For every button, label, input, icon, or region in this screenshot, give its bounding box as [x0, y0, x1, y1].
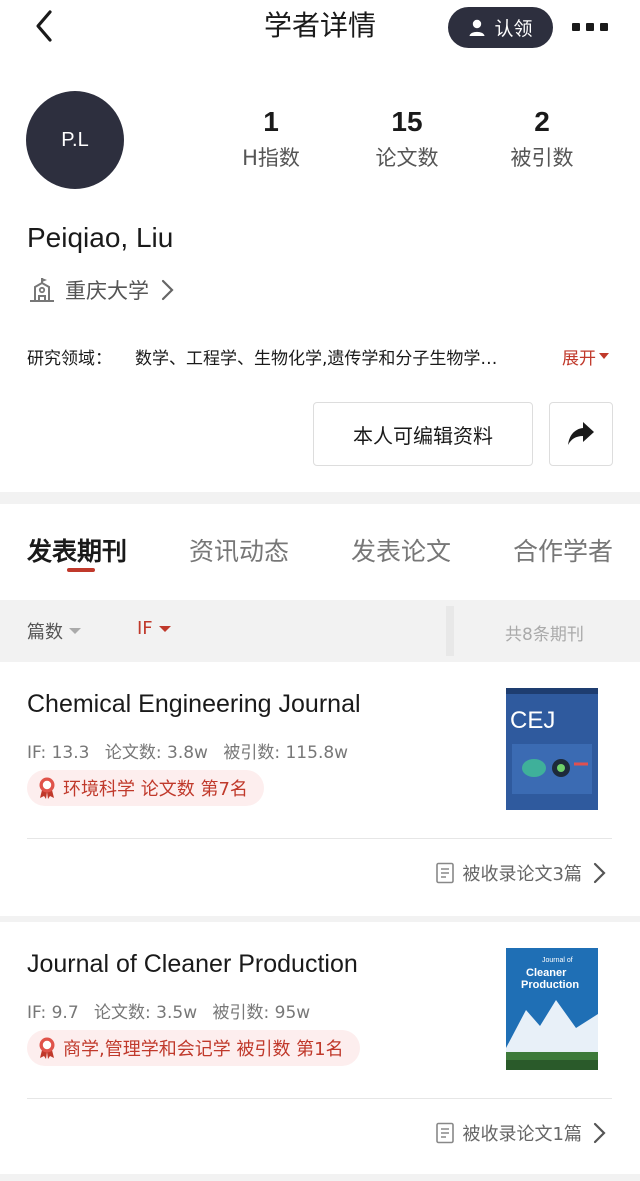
- cover-title: CEJ: [510, 707, 555, 734]
- impact-factor: IF: 9.7: [27, 1003, 79, 1023]
- stat-value: 2: [534, 106, 550, 137]
- journal-card[interactable]: Chemical Engineering Journal IF: 13.3 论文…: [0, 662, 640, 916]
- tab-news[interactable]: 资讯动态: [189, 532, 289, 568]
- research-fields: 研究领域： 数学、工程学、生物化学,遗传学和分子生物学… 展开: [27, 341, 617, 371]
- medal-icon: [39, 777, 55, 799]
- journal-metrics: IF: 9.7 论文数: 3.5w 被引数: 95w: [27, 998, 320, 1023]
- indexed-papers-text: 被收录论文1篇: [462, 1124, 582, 1145]
- caret-down-icon: [158, 625, 171, 632]
- claim-label: 认领: [494, 18, 533, 40]
- caret-down-icon: [599, 353, 609, 359]
- expand-label: 展开: [562, 348, 596, 369]
- stat-citation-count[interactable]: 2 被引数: [482, 104, 602, 172]
- stat-label: 论文数: [375, 146, 439, 170]
- indexed-papers-text: 被收录论文3篇: [462, 864, 582, 885]
- profile-section: P.L 1 H指数 15 论文数 2 被引数 Peiqiao, Liu 重庆大学…: [0, 52, 640, 492]
- more-dot-icon: [572, 23, 580, 31]
- sort-by-if[interactable]: IF: [137, 618, 171, 639]
- tab-bar: 发表期刊 资讯动态 发表论文 合作学者: [0, 504, 640, 600]
- stat-label: H指数: [242, 146, 300, 170]
- divider: [446, 606, 454, 656]
- indexed-papers-link[interactable]: 被收录论文3篇: [435, 860, 608, 886]
- rank-badge: 商学,管理学和会记学 被引数 第1名: [27, 1030, 360, 1066]
- active-tab-indicator: [67, 568, 95, 572]
- sort-label: IF: [137, 618, 153, 639]
- journal-cover: Journal of Cleaner Production: [506, 948, 598, 1070]
- share-button[interactable]: [549, 402, 613, 466]
- chevron-right-icon: [593, 862, 606, 884]
- top-bar: 学者详情 认领: [0, 0, 640, 52]
- claim-button[interactable]: 认领: [448, 7, 553, 48]
- filter-bar: 篇数 IF 共8条期刊: [0, 600, 640, 662]
- divider: [27, 838, 612, 839]
- paper-count: 论文数: 3.8w: [104, 743, 208, 763]
- institution-icon: [30, 278, 54, 302]
- share-arrow-icon: [568, 422, 594, 445]
- more-dot-icon: [586, 23, 594, 31]
- more-button[interactable]: [572, 17, 614, 37]
- rank-text: 商学,管理学和会记学 被引数 第1名: [63, 1039, 344, 1060]
- document-icon: [435, 862, 454, 884]
- stat-value: 15: [391, 106, 423, 137]
- edit-profile-button[interactable]: 本人可编辑资料: [313, 402, 533, 466]
- rank-text: 环境科学 论文数 第7名: [63, 779, 248, 800]
- tab-coauthors[interactable]: 合作学者: [513, 532, 613, 568]
- more-dot-icon: [600, 23, 608, 31]
- sort-by-count[interactable]: 篇数: [27, 618, 81, 644]
- research-text: 数学、工程学、生物化学,遗传学和分子生物学…: [135, 348, 498, 369]
- document-icon: [435, 1122, 454, 1144]
- user-icon: [469, 19, 488, 36]
- paper-count: 论文数: 3.5w: [94, 1003, 198, 1023]
- sort-label: 篇数: [27, 622, 63, 643]
- impact-factor: IF: 13.3: [27, 743, 90, 763]
- chevron-right-icon: [593, 1122, 606, 1144]
- tab-papers[interactable]: 发表论文: [351, 532, 451, 568]
- affiliation-name: 重庆大学: [65, 279, 149, 303]
- svg-text:Production: Production: [521, 979, 579, 991]
- journal-name: Journal of Cleaner Production: [27, 950, 358, 978]
- caret-down-icon: [69, 628, 81, 634]
- cover-subtitle: Journal of: [542, 957, 573, 964]
- journal-cover: CEJ: [506, 688, 598, 810]
- indexed-papers-link[interactable]: 被收录论文1篇: [435, 1120, 608, 1146]
- stat-paper-count[interactable]: 15 论文数: [347, 104, 467, 172]
- avatar: P.L: [26, 91, 124, 189]
- rank-badge: 环境科学 论文数 第7名: [27, 770, 264, 806]
- journal-total-count: 共8条期刊: [505, 625, 584, 645]
- citation-count: 被引数: 115.8w: [223, 743, 349, 763]
- tab-journals[interactable]: 发表期刊: [27, 532, 127, 568]
- research-label: 研究领域：: [27, 348, 112, 369]
- divider: [27, 1098, 612, 1099]
- journal-metrics: IF: 13.3 论文数: 3.8w 被引数: 115.8w: [27, 738, 358, 763]
- stat-value: 1: [263, 106, 279, 137]
- svg-text:Cleaner: Cleaner: [526, 967, 567, 979]
- medal-icon: [39, 1037, 55, 1059]
- stat-h-index[interactable]: 1 H指数: [211, 104, 331, 172]
- citation-count: 被引数: 95w: [212, 1003, 311, 1023]
- scholar-name: Peiqiao, Liu: [27, 222, 174, 253]
- journal-name: Chemical Engineering Journal: [27, 690, 361, 718]
- chevron-right-icon: [161, 279, 174, 301]
- journal-card[interactable]: Journal of Cleaner Production IF: 9.7 论文…: [0, 922, 640, 1174]
- stat-label: 被引数: [510, 146, 574, 170]
- expand-button[interactable]: 展开: [562, 344, 609, 369]
- affiliation-link[interactable]: 重庆大学: [27, 274, 177, 306]
